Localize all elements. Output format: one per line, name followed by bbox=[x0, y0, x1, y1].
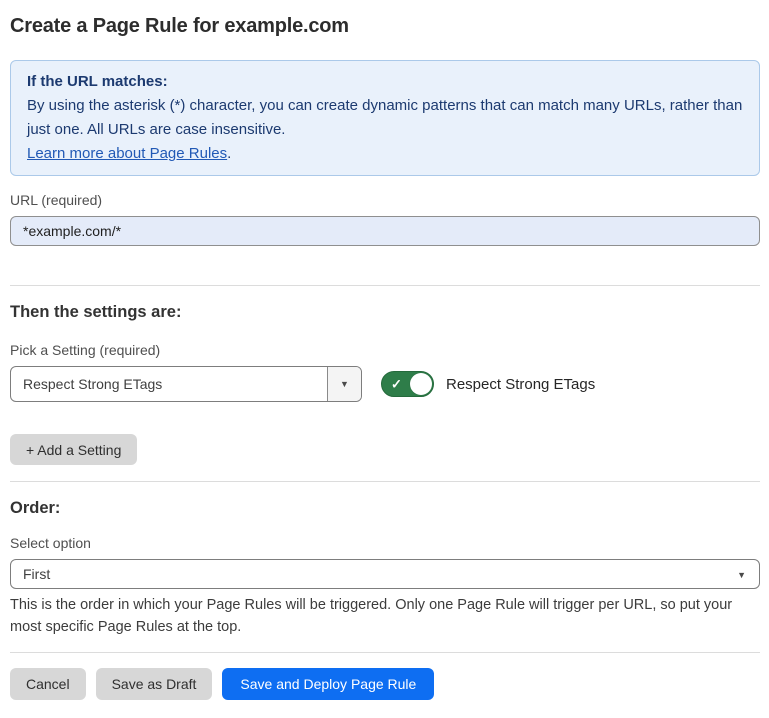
divider bbox=[10, 285, 760, 286]
info-box-body: By using the asterisk (*) character, you… bbox=[27, 94, 743, 142]
order-select[interactable]: First ▼ bbox=[10, 559, 760, 589]
link-period: . bbox=[227, 145, 231, 162]
create-page-rule-form: Create a Page Rule for example.com If th… bbox=[0, 0, 769, 700]
add-setting-button[interactable]: + Add a Setting bbox=[10, 434, 137, 465]
save-deploy-button[interactable]: Save and Deploy Page Rule bbox=[222, 668, 434, 700]
divider bbox=[10, 481, 760, 482]
check-icon: ✓ bbox=[391, 378, 402, 391]
order-heading: Order: bbox=[10, 497, 760, 519]
setting-select[interactable]: Respect Strong ETags ▼ bbox=[10, 366, 362, 402]
settings-heading: Then the settings are: bbox=[10, 301, 760, 323]
setting-select-value: Respect Strong ETags bbox=[11, 376, 327, 392]
setting-toggle[interactable]: ✓ bbox=[381, 371, 434, 397]
toggle-label: Respect Strong ETags bbox=[446, 376, 595, 393]
url-input[interactable] bbox=[10, 216, 760, 246]
order-help-text: This is the order in which your Page Rul… bbox=[10, 594, 760, 638]
order-select-value: First bbox=[11, 566, 759, 582]
cancel-button[interactable]: Cancel bbox=[10, 668, 86, 700]
url-match-info-box: If the URL matches: By using the asteris… bbox=[10, 60, 760, 176]
chevron-down-icon: ▼ bbox=[340, 380, 349, 389]
setting-row: Respect Strong ETags ▼ ✓ Respect Strong … bbox=[10, 366, 760, 402]
select-option-label: Select option bbox=[10, 535, 760, 552]
chevron-down-icon: ▼ bbox=[737, 571, 746, 580]
page-title: Create a Page Rule for example.com bbox=[10, 12, 760, 40]
info-box-link-row: Learn more about Page Rules. bbox=[27, 142, 743, 166]
toggle-knob bbox=[410, 373, 432, 395]
setting-select-arrow-button[interactable]: ▼ bbox=[327, 367, 361, 401]
url-label: URL (required) bbox=[10, 192, 760, 209]
divider bbox=[10, 652, 760, 653]
pick-setting-label: Pick a Setting (required) bbox=[10, 342, 760, 359]
footer-actions: Cancel Save as Draft Save and Deploy Pag… bbox=[10, 668, 760, 700]
info-box-heading: If the URL matches: bbox=[27, 70, 743, 94]
learn-more-link[interactable]: Learn more about Page Rules bbox=[27, 145, 227, 162]
save-draft-button[interactable]: Save as Draft bbox=[96, 668, 213, 700]
